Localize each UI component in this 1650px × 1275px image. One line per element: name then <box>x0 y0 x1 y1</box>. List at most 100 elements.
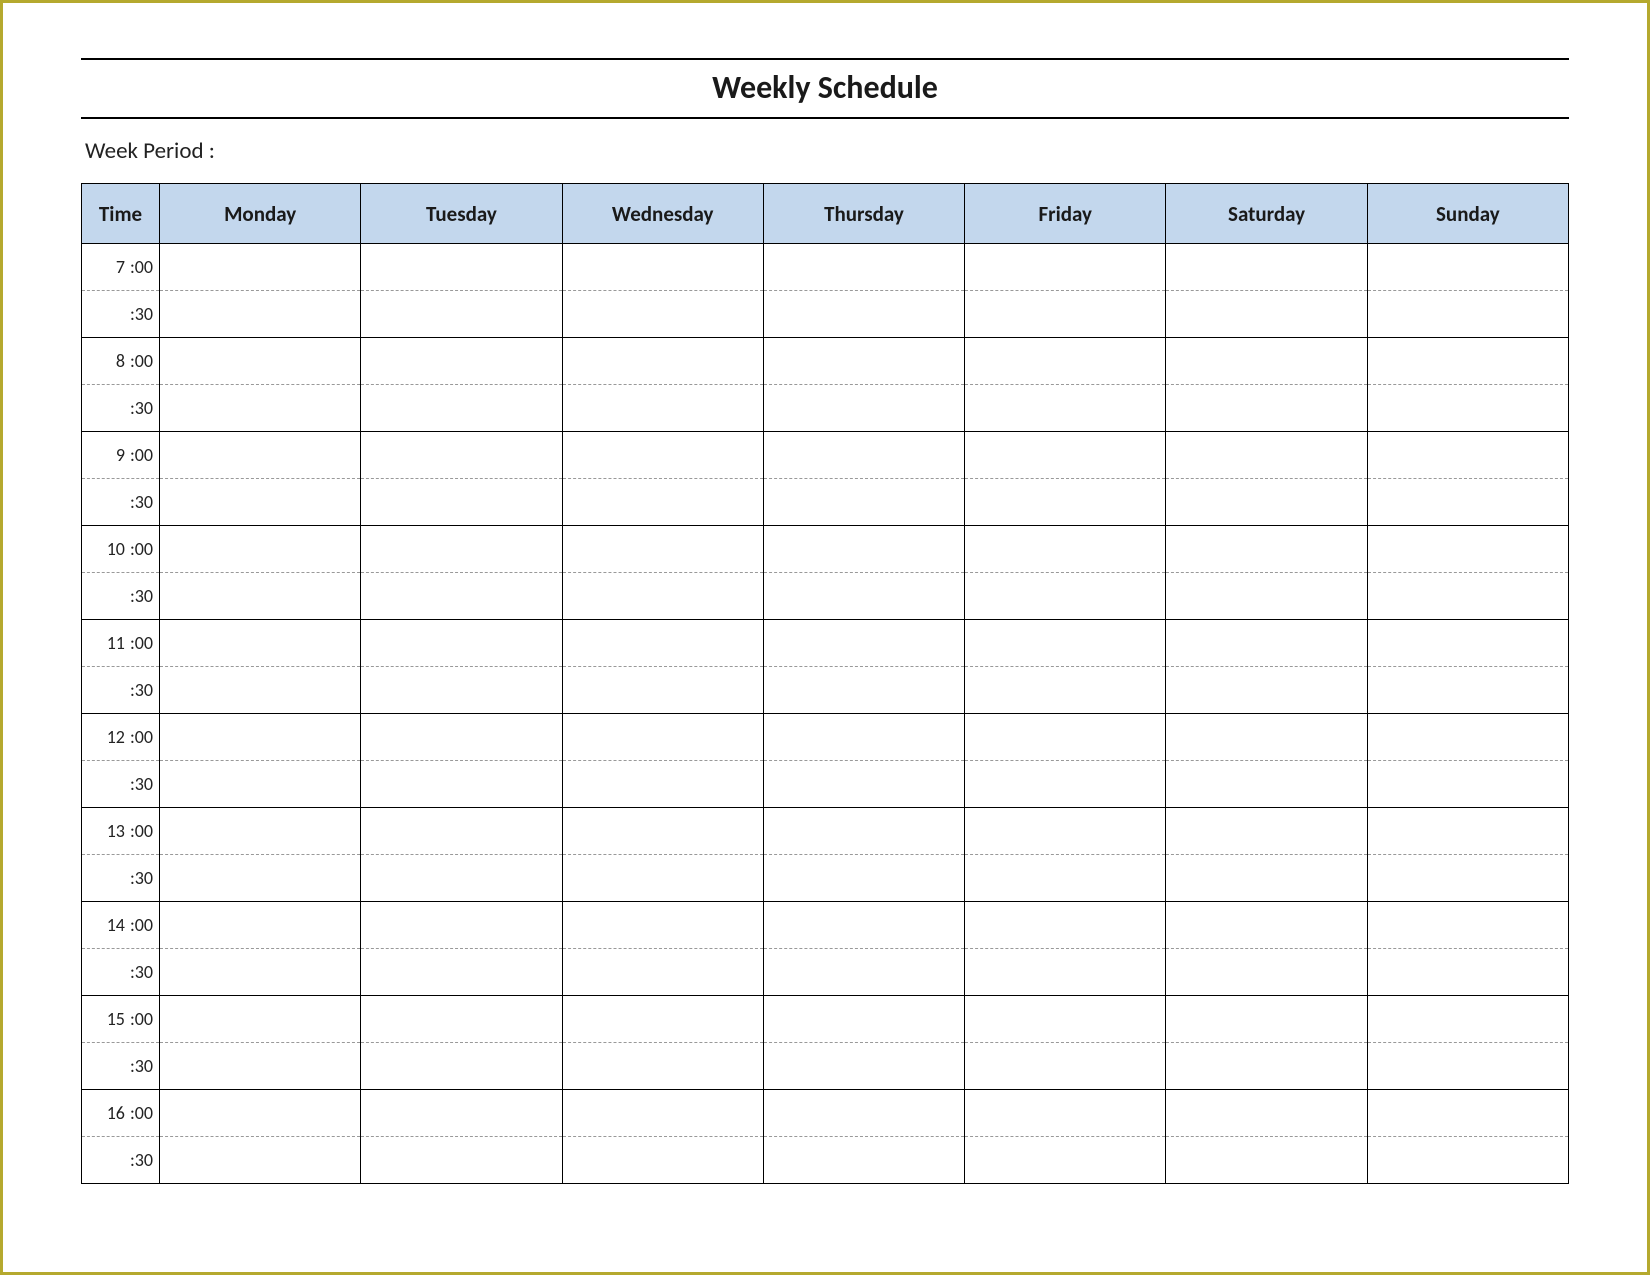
schedule-cell <box>763 432 964 479</box>
table-row: 11:00 <box>82 620 1569 667</box>
time-hour: 12 <box>103 726 125 748</box>
time-cell: :30 <box>82 479 160 526</box>
schedule-cell <box>965 808 1166 855</box>
schedule-cell <box>1367 338 1568 385</box>
schedule-cell <box>1166 479 1367 526</box>
document-frame: Weekly Schedule Week Period : Time Monda… <box>0 0 1650 1275</box>
schedule-cell <box>361 1137 562 1184</box>
schedule-cell <box>763 1137 964 1184</box>
header-wednesday: Wednesday <box>562 184 763 244</box>
table-row: :30 <box>82 855 1569 902</box>
schedule-cell <box>965 949 1166 996</box>
schedule-cell <box>1367 385 1568 432</box>
schedule-cell <box>965 432 1166 479</box>
table-row: 15:00 <box>82 996 1569 1043</box>
schedule-cell <box>1367 996 1568 1043</box>
schedule-cell <box>160 620 361 667</box>
schedule-cell <box>763 526 964 573</box>
schedule-cell <box>965 667 1166 714</box>
schedule-cell <box>965 996 1166 1043</box>
schedule-cell <box>1166 385 1367 432</box>
schedule-cell <box>1166 761 1367 808</box>
time-minute: :30 <box>125 679 153 701</box>
time-minute: :30 <box>125 961 153 983</box>
schedule-cell <box>361 855 562 902</box>
schedule-cell <box>1166 1137 1367 1184</box>
schedule-cell <box>1367 1043 1568 1090</box>
table-row: 14:00 <box>82 902 1569 949</box>
time-minute: :00 <box>125 1102 153 1124</box>
schedule-cell <box>763 667 964 714</box>
schedule-cell <box>361 573 562 620</box>
time-minute: :30 <box>125 585 153 607</box>
schedule-cell <box>160 902 361 949</box>
time-hour: 7 <box>103 256 125 278</box>
schedule-cell <box>763 996 964 1043</box>
schedule-cell <box>965 902 1166 949</box>
header-monday: Monday <box>160 184 361 244</box>
schedule-cell <box>763 244 964 291</box>
schedule-cell <box>763 949 964 996</box>
schedule-cell <box>1166 620 1367 667</box>
schedule-cell <box>562 244 763 291</box>
time-cell: 16:00 <box>82 1090 160 1137</box>
time-minute: :00 <box>125 444 153 466</box>
schedule-cell <box>1367 244 1568 291</box>
time-cell: :30 <box>82 573 160 620</box>
time-cell: 9:00 <box>82 432 160 479</box>
time-minute: :00 <box>125 538 153 560</box>
time-cell: :30 <box>82 385 160 432</box>
schedule-cell <box>965 526 1166 573</box>
schedule-cell <box>562 667 763 714</box>
schedule-cell <box>160 338 361 385</box>
schedule-cell <box>160 667 361 714</box>
schedule-cell <box>361 432 562 479</box>
schedule-cell <box>763 902 964 949</box>
time-minute: :00 <box>125 632 153 654</box>
schedule-cell <box>1166 526 1367 573</box>
schedule-cell <box>562 1137 763 1184</box>
time-minute: :00 <box>125 1008 153 1030</box>
schedule-cell <box>763 385 964 432</box>
schedule-cell <box>562 526 763 573</box>
schedule-cell <box>562 620 763 667</box>
schedule-cell <box>1166 1090 1367 1137</box>
schedule-cell <box>160 808 361 855</box>
time-cell: 15:00 <box>82 996 160 1043</box>
schedule-cell <box>361 526 562 573</box>
schedule-cell <box>160 526 361 573</box>
table-row: 16:00 <box>82 1090 1569 1137</box>
schedule-cell <box>361 761 562 808</box>
schedule-cell <box>1166 573 1367 620</box>
table-row: :30 <box>82 291 1569 338</box>
time-cell: :30 <box>82 1137 160 1184</box>
table-row: :30 <box>82 1043 1569 1090</box>
schedule-cell <box>763 855 964 902</box>
schedule-cell <box>1367 667 1568 714</box>
schedule-cell <box>763 1090 964 1137</box>
schedule-cell <box>1367 714 1568 761</box>
time-hour: 16 <box>103 1102 125 1124</box>
schedule-cell <box>160 385 361 432</box>
schedule-cell <box>965 620 1166 667</box>
time-hour: 10 <box>103 538 125 560</box>
time-minute: :30 <box>125 773 153 795</box>
schedule-cell <box>160 1090 361 1137</box>
time-hour: 13 <box>103 820 125 842</box>
header-friday: Friday <box>965 184 1166 244</box>
schedule-cell <box>763 291 964 338</box>
schedule-cell <box>1166 432 1367 479</box>
time-minute: :30 <box>125 1055 153 1077</box>
schedule-cell <box>562 432 763 479</box>
schedule-cell <box>1367 291 1568 338</box>
schedule-cell <box>1166 996 1367 1043</box>
schedule-cell <box>763 338 964 385</box>
schedule-cell <box>1367 1137 1568 1184</box>
schedule-cell <box>763 761 964 808</box>
time-hour: 15 <box>103 1008 125 1030</box>
schedule-cell <box>1166 1043 1367 1090</box>
schedule-cell <box>763 479 964 526</box>
schedule-cell <box>160 855 361 902</box>
schedule-cell <box>1166 808 1367 855</box>
schedule-table: Time Monday Tuesday Wednesday Thursday F… <box>81 183 1569 1184</box>
